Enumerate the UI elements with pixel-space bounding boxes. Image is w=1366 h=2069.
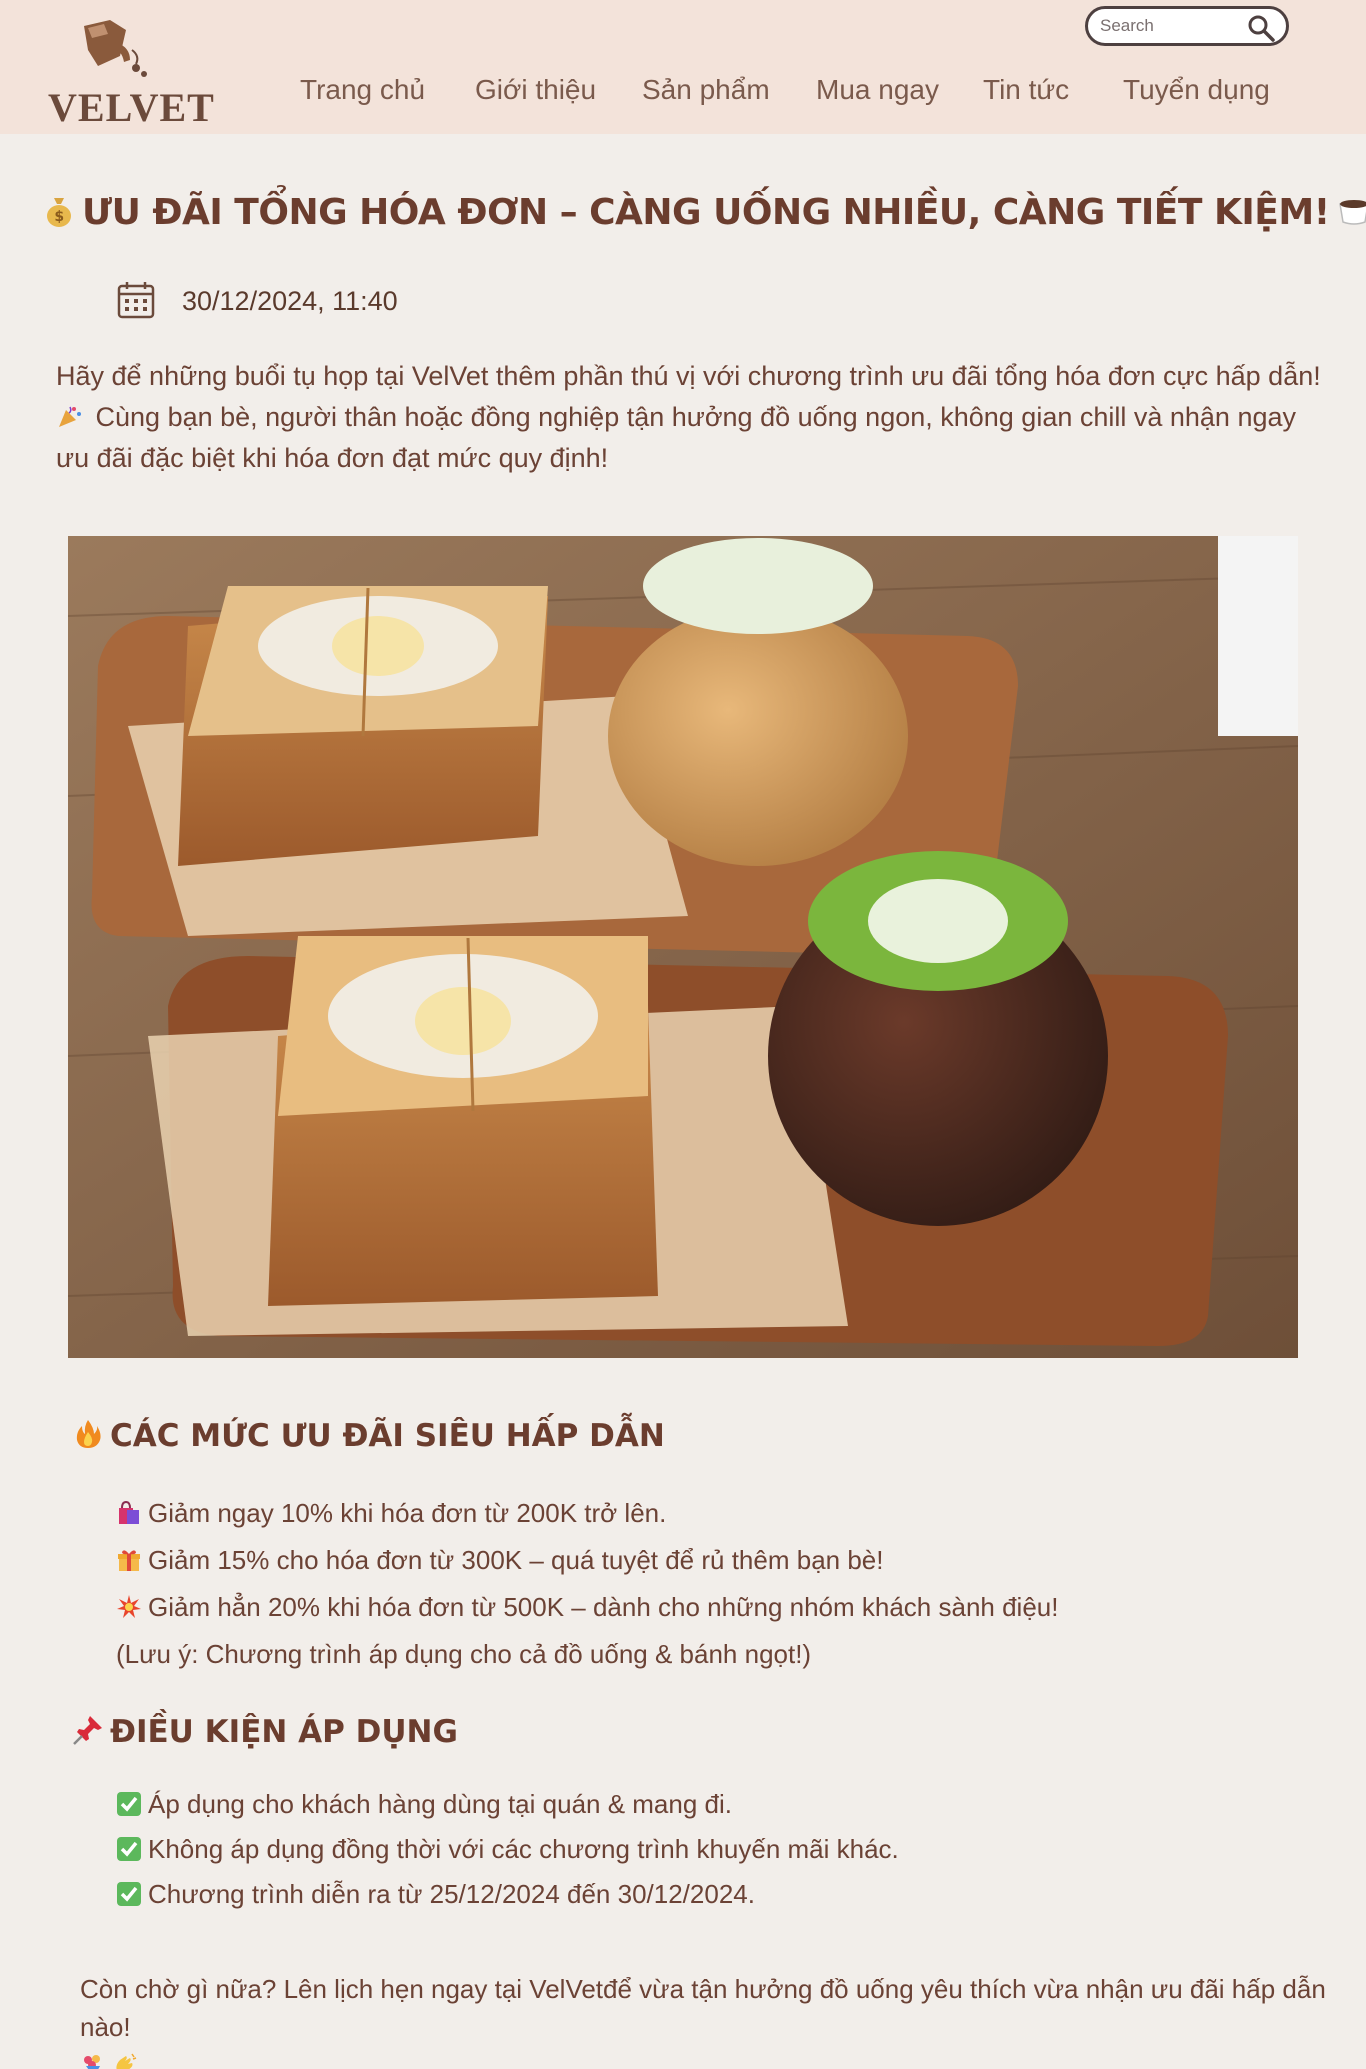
money-bag-icon: $	[47, 198, 71, 227]
condition-text: Chương trình diễn ra từ 25/12/2024 đến 3…	[148, 1879, 755, 1909]
list-item: Giảm hẳn 20% khi hóa đơn từ 500K – dành …	[116, 1584, 1316, 1631]
clapping-hands-icon	[116, 2053, 137, 2069]
coffee-pot-logo-icon	[84, 20, 147, 77]
offers-note: (Lưu ý: Chương trình áp dụng cho cả đồ u…	[116, 1639, 812, 1669]
bouquet-icon	[84, 2055, 100, 2069]
conditions-heading: ĐIỀU KIỆN ÁP DỤNG	[72, 1714, 458, 1750]
intro-text-part1: Hãy để những buổi tụ họp tại VelVet thêm…	[56, 361, 1321, 391]
intro-text-part2: Cùng bạn bè, người thân hoặc đồng nghiệp…	[56, 402, 1297, 473]
svg-text:$: $	[54, 209, 63, 225]
logo-text: VELVET	[48, 85, 215, 130]
condition-text: Áp dụng cho khách hàng dùng tại quán & m…	[148, 1789, 732, 1819]
date-text: 30/12/2024, 11:40	[182, 286, 398, 316]
offers-heading-text: CÁC MỨC ƯU ĐÃI SIÊU HẤP DẪN	[110, 1418, 665, 1454]
coffee-cup-icon	[1338, 200, 1366, 225]
offers-list: Giảm ngay 10% khi hóa đơn từ 200K trở lê…	[116, 1490, 1316, 1678]
shopping-bag-icon	[119, 1500, 139, 1524]
list-item: Không áp dụng đồng thời với các chương t…	[116, 1827, 1316, 1872]
check-icon	[117, 1882, 141, 1906]
nav-item-mua-ngay[interactable]: Mua ngay	[816, 74, 939, 106]
condition-text: Không áp dụng đồng thời với các chương t…	[148, 1834, 899, 1864]
list-item: Giảm ngay 10% khi hóa đơn từ 200K trở lê…	[116, 1490, 1316, 1537]
nav-item-gioi-thieu[interactable]: Giới thiệu	[475, 74, 596, 106]
offer-text: Giảm 15% cho hóa đơn từ 300K – quá tuyệt…	[148, 1545, 884, 1575]
search-icon[interactable]	[1246, 13, 1276, 43]
site-header: VELVET Trang chủ Giới thiệu Sản phẩm Mua…	[0, 0, 1366, 134]
conditions-heading-text: ĐIỀU KIỆN ÁP DỤNG	[110, 1714, 458, 1750]
list-item: Chương trình diễn ra từ 25/12/2024 đến 3…	[116, 1872, 1316, 1917]
nav-item-san-pham[interactable]: Sản phẩm	[642, 74, 770, 106]
closing-paragraph: Còn chờ gì nữa? Lên lịch hẹn ngay tại Ve…	[80, 1970, 1340, 2069]
nav-item-tuyen-dung[interactable]: Tuyển dụng	[1123, 74, 1270, 106]
search-input[interactable]: Search	[1085, 6, 1289, 46]
list-item: Áp dụng cho khách hàng dùng tại quán & m…	[116, 1782, 1316, 1827]
party-popper-icon	[59, 406, 81, 427]
fire-icon	[76, 1420, 101, 1448]
article-title: $ ƯU ĐÃI TỔNG HÓA ĐƠN – CÀNG UỐNG NHIỀU,…	[42, 192, 1366, 233]
nav-item-tin-tuc[interactable]: Tin tức	[983, 74, 1069, 106]
toast-and-matcha-photo	[68, 536, 1298, 1358]
check-icon	[117, 1792, 141, 1816]
offers-heading: CÁC MỨC ƯU ĐÃI SIÊU HẤP DẪN	[72, 1418, 665, 1454]
closing-text: Còn chờ gì nữa? Lên lịch hẹn ngay tại Ve…	[80, 1974, 1326, 2042]
offer-text: Giảm hẳn 20% khi hóa đơn từ 500K – dành …	[148, 1592, 1059, 1622]
check-icon	[117, 1837, 141, 1861]
gift-icon	[118, 1550, 140, 1571]
pushpin-icon	[73, 1716, 102, 1745]
article-title-text: ƯU ĐÃI TỔNG HÓA ĐƠN – CÀNG UỐNG NHIỀU, C…	[82, 192, 1330, 233]
list-item: Giảm 15% cho hóa đơn từ 300K – quá tuyệt…	[116, 1537, 1316, 1584]
nav-item-trang-chu[interactable]: Trang chủ	[300, 74, 425, 106]
offer-text: Giảm ngay 10% khi hóa đơn từ 200K trở lê…	[148, 1498, 667, 1528]
article-intro: Hãy để những buổi tụ họp tại VelVet thêm…	[56, 356, 1326, 479]
search-placeholder: Search	[1100, 16, 1154, 35]
burst-icon	[117, 1595, 141, 1618]
velvet-logo[interactable]: VELVET	[44, 16, 214, 130]
calendar-icon	[117, 282, 155, 319]
hero-illustration	[68, 536, 1298, 1358]
conditions-list: Áp dụng cho khách hàng dùng tại quán & m…	[116, 1782, 1316, 1917]
